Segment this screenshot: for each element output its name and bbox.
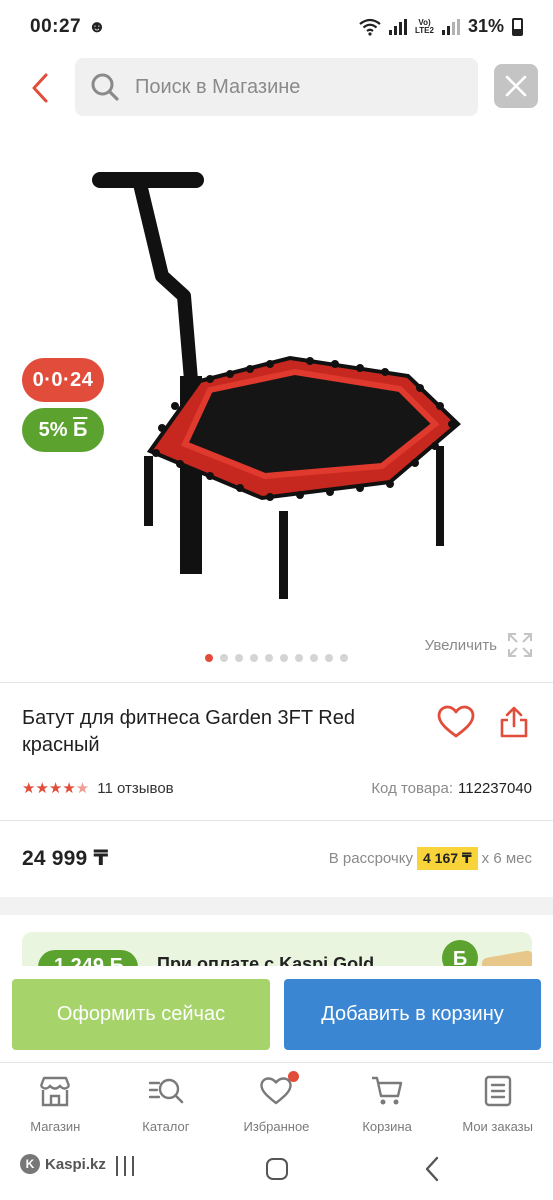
pagination-dot[interactable] <box>205 654 213 662</box>
bonus-symbol: Б <box>73 418 88 441</box>
pagination-dot[interactable] <box>310 654 318 662</box>
battery-text: 31% <box>467 16 504 36</box>
sku-label-text: Код товара: <box>371 779 454 797</box>
gallery-pagination <box>0 654 553 662</box>
installment-info[interactable]: В рассрочку 4 167 ₸ x 6 мес <box>328 846 532 870</box>
kaspi-logo: K Kaspi.kz <box>20 1154 106 1174</box>
nav-label: Мои заказы <box>462 1119 533 1134</box>
divider <box>0 682 553 683</box>
product-image[interactable] <box>90 166 470 606</box>
nav-item-store[interactable]: Магазин <box>0 1063 111 1142</box>
share-button[interactable] <box>492 700 536 744</box>
nav-item-catalog[interactable]: Каталог <box>111 1063 222 1142</box>
close-icon <box>505 75 527 97</box>
wifi-icon <box>359 18 381 36</box>
order-now-button[interactable]: Оформить сейчас <box>12 979 270 1050</box>
sku-label: Код товара: 112237040 <box>371 780 532 797</box>
section-separator <box>0 897 553 915</box>
search-header <box>0 56 553 120</box>
action-bar: Оформить сейчас Добавить в корзину <box>0 966 553 1062</box>
signal-icon-1 <box>389 18 407 35</box>
price-row: 24 999 ₸ В рассрочку 4 167 ₸ x 6 мес <box>22 843 532 873</box>
installment-suffix: x 6 мес <box>481 849 532 867</box>
heart-icon <box>437 705 475 738</box>
share-icon <box>500 706 528 738</box>
search-icon <box>89 71 121 103</box>
bonus-badge: 5% Б <box>22 408 104 452</box>
product-title: Батут для фитнеса Garden 3FT Red красный <box>22 707 355 756</box>
pagination-dot[interactable] <box>325 654 333 662</box>
reviews-link[interactable]: 11 отзывов <box>97 780 173 797</box>
notification-icon: ☻ <box>88 17 106 36</box>
pagination-dot[interactable] <box>250 654 258 662</box>
pagination-dot[interactable] <box>340 654 348 662</box>
notification-dot <box>288 1071 300 1082</box>
search-box[interactable] <box>75 58 478 116</box>
nav-label: Магазин <box>30 1119 81 1134</box>
favorite-button[interactable] <box>434 700 478 744</box>
home-button[interactable] <box>266 1158 288 1180</box>
system-navigation-bar: K Kaspi.kz <box>0 1142 553 1200</box>
status-time: 00:27 <box>30 16 82 37</box>
rating-row: ★★★★★ 11 отзывов Код товара: 112237040 <box>22 776 532 800</box>
nav-label: Корзина <box>362 1119 412 1134</box>
bonus-percent: 5% <box>38 418 68 441</box>
pagination-dot[interactable] <box>280 654 288 662</box>
bottom-navigation: Магазин Каталог Избранное Корзина Мои за… <box>0 1062 553 1142</box>
product-price: 24 999 ₸ <box>22 846 109 870</box>
nav-item-orders[interactable]: Мои заказы <box>442 1063 553 1142</box>
close-button[interactable] <box>494 64 538 108</box>
rating-stars[interactable]: ★★★★★ <box>22 779 89 797</box>
pagination-dot[interactable] <box>235 654 243 662</box>
search-input[interactable] <box>135 75 455 99</box>
add-to-cart-button[interactable]: Добавить в корзину <box>284 979 541 1050</box>
catalog-search-icon <box>148 1073 184 1109</box>
orders-icon <box>480 1073 516 1109</box>
status-indicators: Vo) LTE2 31% <box>359 16 523 37</box>
installment-prefix: В рассрочку <box>328 849 413 867</box>
pagination-dot[interactable] <box>295 654 303 662</box>
system-back-button[interactable] <box>422 1156 442 1182</box>
installment-badge: 0·0·24 <box>22 358 104 402</box>
nav-item-cart[interactable]: Корзина <box>332 1063 443 1142</box>
status-bar: 00:27 ☻ Vo) LTE2 31% <box>0 0 553 56</box>
back-button[interactable] <box>22 66 58 110</box>
store-icon <box>37 1073 73 1109</box>
chevron-left-icon <box>32 73 48 103</box>
battery-icon <box>512 17 523 36</box>
sku-value: 112237040 <box>458 779 532 797</box>
installment-amount: 4 167 ₸ <box>416 846 478 870</box>
recent-apps-button[interactable] <box>110 1156 140 1182</box>
pagination-dot[interactable] <box>265 654 273 662</box>
volte-indicator: Vo) LTE2 <box>415 17 434 35</box>
divider <box>0 820 553 821</box>
cart-icon <box>369 1073 405 1109</box>
signal-icon-2 <box>441 18 460 35</box>
kaspi-brand-text: Kaspi.kz <box>45 1155 106 1173</box>
nav-label: Каталог <box>142 1119 190 1134</box>
zoom-label: Увеличить <box>424 636 497 654</box>
kaspi-logo-icon: K <box>20 1154 40 1174</box>
pagination-dot[interactable] <box>220 654 228 662</box>
product-gallery[interactable]: 0·0·24 5% Б Увеличить <box>0 126 553 680</box>
nav-label: Избранное <box>243 1119 310 1134</box>
nav-item-favorites[interactable]: Избранное <box>221 1063 332 1142</box>
